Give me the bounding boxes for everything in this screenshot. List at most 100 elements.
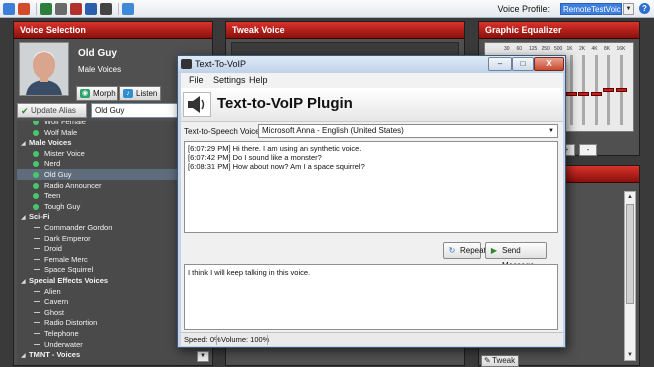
help-icon[interactable]: ? [639,3,650,14]
voice-dot-icon [33,161,39,168]
tree-item-label: Space Squirrel [44,265,94,275]
repeat-button[interactable]: ↻ Repeat [443,242,486,259]
eq-band-slider[interactable] [565,55,577,125]
effects-scrollbar[interactable]: ▲ ▼ [624,191,636,361]
chevron-down-icon: ▼ [548,128,554,134]
voice-category: Male Voices [78,65,122,74]
tree-item-label: Nerd [44,159,61,169]
eq-band-label: 16K [616,46,626,52]
eq-band-slider[interactable] [590,55,602,125]
repeat-label: Repeat [460,246,486,255]
close-button[interactable]: X [534,57,564,71]
menu-help[interactable]: Help [249,75,268,85]
tree-item-label: Female Merc [44,254,88,264]
eq-band-label: 125 [529,46,538,52]
chevron-down-icon[interactable]: ▼ [623,3,634,15]
tree-item-label: Dark Emperor [44,233,91,243]
log-line: [6:08:31 PM] How about now? Am I a space… [188,162,365,171]
add-icon[interactable] [3,2,15,15]
listen-icon: ♪ [123,89,133,98]
eq-band-slider[interactable] [603,55,614,125]
dialog-titlebar[interactable]: Text-To-VoIP – □ X [178,56,565,73]
info-icon[interactable] [122,2,134,15]
menu-settings[interactable]: Settings [213,75,246,85]
plugin-title: Text-to-VoIP Plugin [217,95,353,112]
tree-item-label: Wolf Male [44,127,78,137]
tree-item-label: Old Guy [44,170,72,179]
eq-band-label: 30 [504,46,510,52]
voice-dot-icon [33,193,39,200]
send-message-button[interactable]: ▶ Send Message [485,242,547,270]
tree-item-label: Ghost [44,307,65,317]
message-input[interactable]: I think I will keep talking in this voic… [184,264,558,330]
eq-slider-knob[interactable] [603,88,614,92]
morph-icon: ◉ [80,89,90,98]
check-icon: ✔ [21,106,29,116]
log-line: [6:07:42 PM] Do I sound like a monster? [188,153,322,162]
minimize-button[interactable]: – [488,57,512,71]
tree-item-label: Radio Distortion [44,318,98,328]
status-bar: Speed: 0% Volume: 100% [181,332,563,346]
menu-bar: File Settings Help [181,73,563,88]
tree-item-label: Mister Voice [44,148,85,158]
tweak-button[interactable]: ✎ Tweak [481,355,519,367]
voice-icon[interactable] [40,2,52,15]
chevron-down-icon[interactable]: ▼ [197,351,209,362]
app-icon [181,59,192,69]
wrench-icon: ✎ [484,356,491,365]
eq-slider-knob[interactable] [565,91,577,96]
volume-status: Volume: 100% [221,335,270,344]
eq-minus-button[interactable]: - [579,144,597,156]
settings-icon[interactable] [55,2,67,15]
tree-item-label: Underwater [44,339,83,349]
text-to-voip-dialog: Text-To-VoIP – □ X File Settings Help Te… [177,55,566,348]
tree-item-label: TMNT - Voices [29,350,81,360]
plugin-icon[interactable] [85,2,97,15]
voice-line-icon [34,258,40,260]
tree-item-label: Radio Announcer [44,180,102,190]
scroll-down-icon[interactable]: ▼ [625,350,635,360]
scroll-up-icon[interactable]: ▲ [625,192,635,202]
toolbar-separator [36,2,37,15]
scroll-thumb[interactable] [626,204,634,304]
menu-file[interactable]: File [189,75,204,85]
top-toolbar [0,0,654,18]
avatar [19,42,69,96]
speaker-icon [183,92,211,117]
eq-band-slider[interactable] [615,55,627,125]
tree-group[interactable]: ◢ TMNT - Voices [17,349,210,360]
delete-icon[interactable] [18,2,30,15]
eq-band-label: 1K [566,46,573,52]
tts-voice-select[interactable]: Microsoft Anna - English (United States)… [258,124,558,138]
record-icon[interactable] [70,2,82,15]
status-separator [267,335,268,345]
update-alias-label: Update Alias [31,106,76,115]
eq-slider-knob[interactable] [578,91,589,96]
listen-button[interactable]: ♪ Listen [119,86,161,101]
voice-dot-icon [33,182,39,189]
maximize-button[interactable]: □ [512,57,534,71]
tree-item-label: Alien [44,286,61,296]
toolbar-separator [118,2,119,15]
update-alias-button[interactable]: ✔ Update Alias [17,103,87,118]
eq-slider-knob[interactable] [590,91,602,96]
eq-band-label: 500 [554,46,563,52]
eq-band-slider[interactable] [578,55,589,125]
voice-dot-icon [33,150,39,157]
tree-item-label: Commander Gordon [44,223,113,232]
listen-label: Listen [136,89,158,98]
voice-dot-icon [33,121,39,125]
voice-profile-label: Voice Profile: [497,4,550,14]
collapse-icon[interactable]: ◢ [21,351,29,362]
voice-profile-select[interactable]: RemoteTestVoice [560,3,622,15]
avatar-portrait-icon [20,43,68,95]
message-log[interactable]: [6:07:29 PM] Hi there. I am using an syn… [184,141,558,233]
eq-slider-knob[interactable] [615,88,627,92]
voice-dot-icon [33,129,39,136]
status-separator [216,335,217,345]
tweak-label: Tweak [492,356,516,365]
speaker-icon[interactable] [100,2,112,15]
morph-button[interactable]: ◉ Morph [76,86,118,101]
tree-item-label: Cavern [44,297,69,307]
eq-band-label: 250 [541,46,550,52]
